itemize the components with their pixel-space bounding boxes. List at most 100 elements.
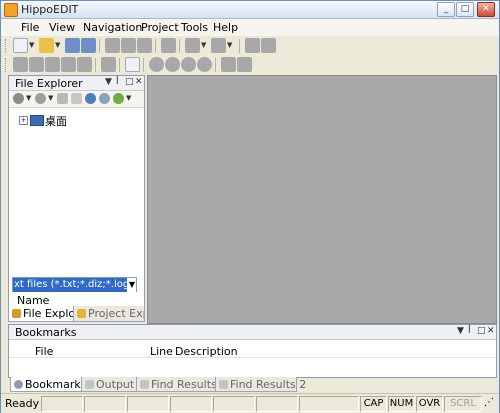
- next-bookmark-icon[interactable]: [237, 57, 252, 72]
- tree-item-desktop[interactable]: 桌面: [45, 113, 67, 129]
- tab-bookmarks[interactable]: Bookmarks: [10, 377, 86, 392]
- replace-icon[interactable]: [261, 38, 276, 53]
- toolbar-grip[interactable]: [5, 39, 9, 53]
- status-text: Ready: [5, 397, 40, 410]
- app-logo-icon: [4, 3, 18, 17]
- save-icon[interactable]: [65, 38, 80, 53]
- open-folder-icon[interactable]: [39, 38, 54, 53]
- close-icon[interactable]: ✕: [487, 326, 495, 336]
- favorites-icon[interactable]: [113, 93, 124, 104]
- back-dropdown-icon[interactable]: ▼: [26, 94, 31, 102]
- redo-icon[interactable]: [211, 38, 226, 53]
- project-explorer-icon: [77, 309, 86, 318]
- column-file[interactable]: File: [35, 345, 53, 358]
- resize-grip-icon[interactable]: ⋰: [483, 396, 495, 410]
- align-right-icon[interactable]: [45, 57, 60, 72]
- panel-header[interactable]: File Explorer ▼ ꟾ □ ✕: [9, 76, 144, 91]
- tab-file-explorer[interactable]: File Explo...: [8, 306, 74, 322]
- column-description[interactable]: Description: [175, 345, 238, 358]
- link-icon[interactable]: [99, 93, 110, 104]
- toolbar-separator: [119, 58, 120, 72]
- left-panel-tabs: File Explo... Project Exp...: [8, 306, 145, 322]
- status-bar: Ready CAP NUM OVR SCRL ⋰: [1, 393, 499, 413]
- bookmark-toggle-icon[interactable]: [125, 57, 140, 72]
- file-filter-select[interactable]: xt files (*.txt;*.diz;*.log;*.trc) ▼: [12, 277, 137, 293]
- save-all-icon[interactable]: [81, 38, 96, 53]
- indent-icon[interactable]: [61, 57, 76, 72]
- up-folder-icon[interactable]: [57, 93, 68, 104]
- print-icon[interactable]: [161, 38, 176, 53]
- tab-label: File Explo...: [23, 307, 73, 320]
- window-title: HippoEDIT: [21, 3, 79, 16]
- panel-header[interactable]: Bookmarks ▼ ꟾ □ ✕: [9, 325, 496, 340]
- tab-label: Output: [96, 378, 135, 391]
- minimize-button[interactable]: _: [437, 2, 455, 17]
- back-icon[interactable]: [13, 93, 24, 104]
- undo-dropdown-icon[interactable]: ▼: [201, 41, 206, 49]
- toolbar-separator: [239, 39, 240, 53]
- menu-navigation[interactable]: Navigation: [83, 21, 142, 34]
- tab-find-results-2[interactable]: Find Results 2: [215, 377, 306, 392]
- align-left-icon[interactable]: [13, 57, 28, 72]
- menu-tools[interactable]: Tools: [181, 21, 208, 34]
- record-macro-icon[interactable]: [149, 57, 164, 72]
- copy-icon[interactable]: [121, 38, 136, 53]
- maximize-icon[interactable]: □: [125, 77, 134, 87]
- maximize-button[interactable]: □: [456, 2, 474, 17]
- find-icon[interactable]: [245, 38, 260, 53]
- forward-icon[interactable]: [35, 93, 46, 104]
- align-center-icon[interactable]: [29, 57, 44, 72]
- pin-icon[interactable]: ꟾ: [116, 77, 119, 87]
- refresh-icon[interactable]: [71, 93, 82, 104]
- cancel-macro-icon[interactable]: [197, 57, 212, 72]
- previous-bookmark-icon[interactable]: [221, 57, 236, 72]
- status-pane: [299, 396, 359, 412]
- output-icon: [85, 380, 94, 389]
- tab-label: Bookmarks: [25, 378, 87, 391]
- cut-icon[interactable]: [105, 38, 120, 53]
- tab-label: Project Exp...: [88, 307, 144, 320]
- open-dropdown-icon[interactable]: ▼: [55, 41, 60, 49]
- outdent-icon[interactable]: [77, 57, 92, 72]
- status-pane: [213, 396, 255, 412]
- maximize-icon[interactable]: □: [477, 326, 486, 336]
- menu-view[interactable]: View: [49, 21, 75, 34]
- column-select-icon[interactable]: [101, 57, 116, 72]
- chevron-down-icon[interactable]: ▼: [129, 278, 135, 292]
- redo-dropdown-icon[interactable]: ▼: [227, 41, 232, 49]
- toolbar-separator: [143, 58, 144, 72]
- chevron-down-icon[interactable]: ▼: [105, 77, 112, 87]
- file-explorer-icon: [12, 309, 21, 318]
- close-button[interactable]: ✕: [477, 2, 495, 17]
- overwrite-indicator: OVR: [416, 396, 443, 412]
- toolbar-separator: [99, 39, 100, 53]
- stop-macro-icon[interactable]: [165, 57, 180, 72]
- play-macro-icon[interactable]: [181, 57, 196, 72]
- chevron-down-icon[interactable]: ▼: [457, 326, 464, 336]
- menu-help[interactable]: Help: [213, 21, 238, 34]
- tab-find-results-1[interactable]: Find Results 1: [136, 377, 227, 392]
- toolbar-separator: [155, 39, 156, 53]
- favorites-dropdown-icon[interactable]: ▼: [126, 94, 131, 102]
- menu-file[interactable]: File: [21, 21, 39, 34]
- panel-title: Bookmarks: [15, 326, 77, 339]
- forward-dropdown-icon[interactable]: ▼: [48, 94, 53, 102]
- status-pane: [170, 396, 212, 412]
- editor-area[interactable]: [147, 75, 497, 324]
- globe-icon[interactable]: [85, 93, 96, 104]
- tab-output[interactable]: Output: [81, 377, 137, 392]
- paste-icon[interactable]: [137, 38, 152, 53]
- undo-icon[interactable]: [185, 38, 200, 53]
- close-icon[interactable]: ✕: [135, 77, 143, 87]
- new-dropdown-icon[interactable]: ▼: [29, 41, 34, 49]
- column-line[interactable]: Line: [150, 345, 173, 358]
- edit-toolbar: [5, 56, 252, 74]
- pin-icon[interactable]: ꟾ: [468, 326, 471, 336]
- new-file-icon[interactable]: [13, 38, 28, 53]
- status-pane: [84, 396, 126, 412]
- title-bar[interactable]: HippoEDIT _ □ ✕: [1, 1, 499, 19]
- tab-project-explorer[interactable]: Project Exp...: [73, 306, 145, 322]
- menu-project[interactable]: Project: [141, 21, 179, 34]
- expand-icon[interactable]: +: [19, 116, 28, 125]
- toolbar-grip[interactable]: [5, 58, 9, 72]
